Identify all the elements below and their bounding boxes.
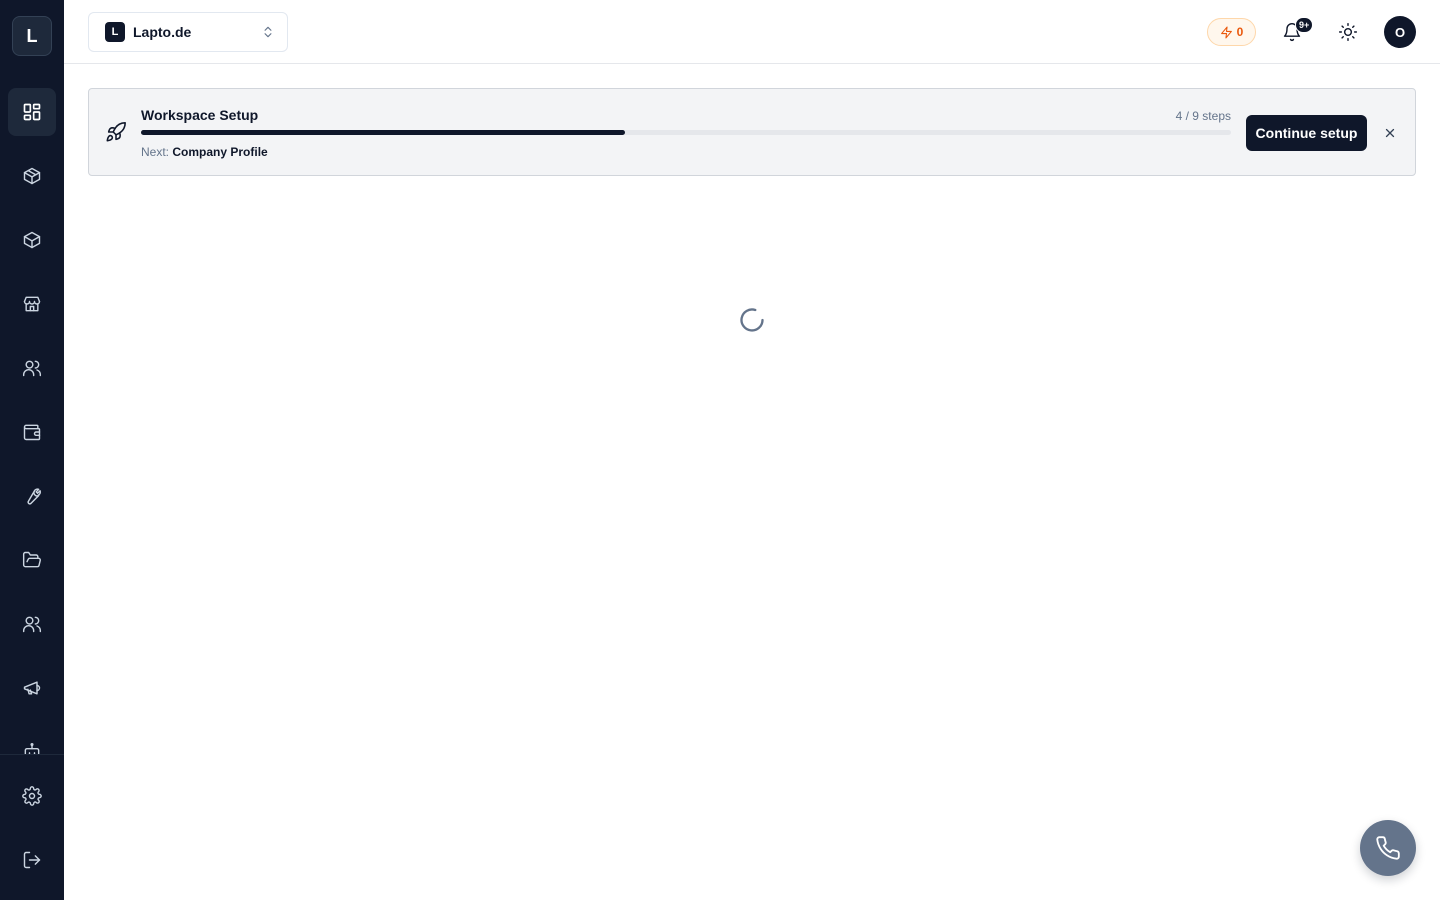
sidebar-item-tools[interactable] (8, 472, 56, 520)
wallet-icon (23, 424, 41, 441)
setup-title: Workspace Setup (141, 107, 259, 123)
wrench-icon (27, 488, 42, 505)
sidebar-item-team[interactable] (8, 600, 56, 648)
sidebar-item-files[interactable] (8, 536, 56, 584)
folder-open-icon (22, 551, 41, 568)
box-icon (23, 167, 41, 185)
avatar-initial: O (1394, 24, 1406, 40)
setup-steps-count: 4 / 9 steps (1175, 109, 1231, 123)
close-icon (1385, 128, 1395, 138)
call-support-button[interactable] (1360, 820, 1416, 876)
user-avatar[interactable]: O (1384, 16, 1416, 48)
workspace-setup-banner: Workspace Setup 4 / 9 steps Next: Compan… (88, 88, 1416, 176)
sidebar-item-marketing[interactable] (8, 664, 56, 712)
loading-spinner-icon (740, 308, 764, 332)
sidebar-item-inventory[interactable] (8, 216, 56, 264)
setup-progress-fill (141, 130, 625, 135)
notifications-badge: 9+ (1295, 17, 1314, 33)
megaphone-icon (23, 681, 41, 695)
users-icon (22, 360, 42, 377)
sidebar-item-automation[interactable] (8, 728, 56, 754)
continue-setup-button[interactable]: Continue setup (1246, 115, 1367, 151)
next-step-name: Company Profile (172, 145, 268, 159)
sidebar-divider (0, 754, 64, 755)
dashboard-grid-icon (23, 103, 41, 121)
rocket-icon (106, 122, 126, 142)
sun-icon (1338, 22, 1358, 42)
workspace-name: Lapto.de (133, 24, 192, 40)
sidebar-item-customers[interactable] (8, 344, 56, 392)
lightning-icon (1220, 26, 1232, 38)
phone-icon (1376, 836, 1400, 860)
credits-badge[interactable]: 0 (1207, 18, 1256, 46)
sidebar-nav (0, 64, 64, 754)
logout-icon (23, 851, 41, 869)
bot-icon (24, 742, 40, 754)
setup-next-step: Next: Company Profile (141, 145, 268, 159)
sidebar: L (0, 0, 64, 900)
sidebar-item-settings[interactable] (8, 772, 56, 820)
workspace-selector[interactable]: L Lapto.de (88, 12, 288, 52)
dismiss-setup-button[interactable] (1379, 122, 1401, 144)
store-icon (23, 296, 41, 312)
sidebar-item-dashboard[interactable] (8, 88, 56, 136)
package-icon (23, 231, 41, 249)
app-logo[interactable]: L (12, 16, 52, 56)
team-icon (22, 616, 42, 633)
top-header: L Lapto.de 0 9+ O (64, 0, 1440, 64)
gear-icon (22, 786, 42, 806)
sidebar-item-logout[interactable] (8, 836, 56, 884)
next-label: Next: (141, 145, 170, 159)
setup-progress-bar (141, 130, 1231, 135)
logo-letter: L (26, 25, 38, 46)
chevron-up-down-icon (264, 26, 272, 38)
theme-toggle-button[interactable] (1328, 12, 1368, 52)
notifications-button[interactable]: 9+ (1272, 12, 1314, 52)
sidebar-item-store[interactable] (8, 280, 56, 328)
sidebar-item-finance[interactable] (8, 408, 56, 456)
workspace-initial: L (105, 22, 125, 42)
sidebar-item-products[interactable] (8, 152, 56, 200)
credits-count: 0 (1236, 25, 1244, 39)
